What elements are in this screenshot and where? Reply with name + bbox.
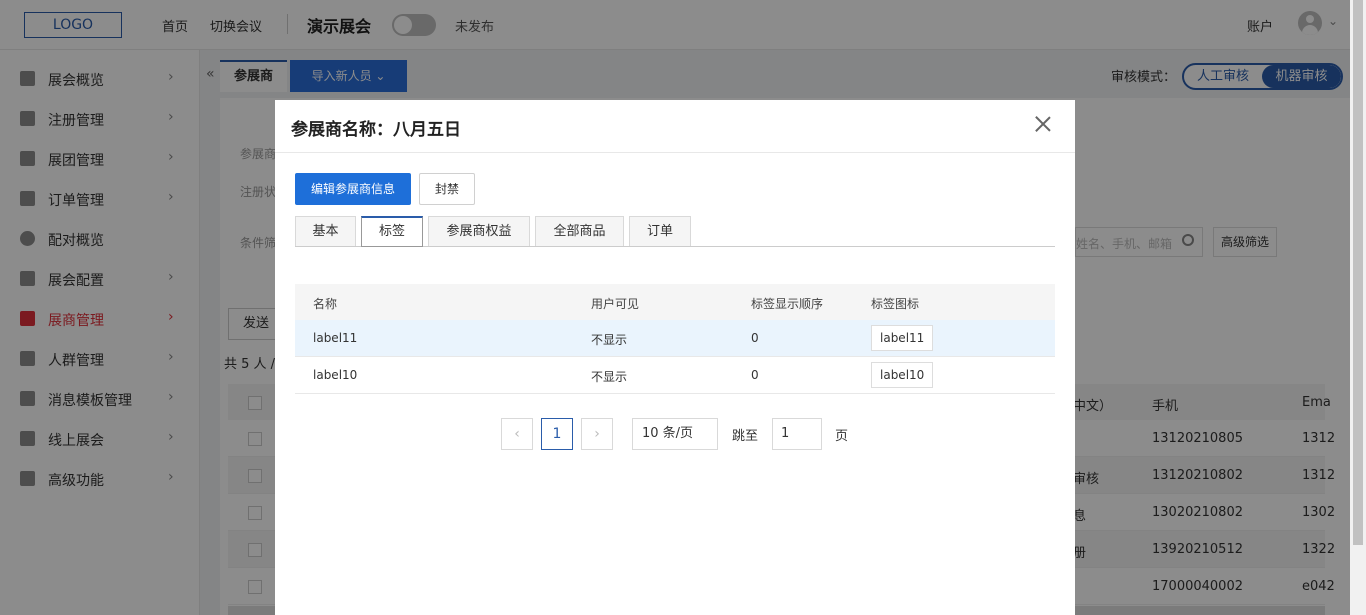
modal-tabs: 基本 标签 参展商权益 全部商品 订单 xyxy=(295,216,1055,247)
pagination: ‹ 1 › 10 条/页 跳至 1 页 xyxy=(275,418,1075,450)
tag-visibility: 不显示 xyxy=(591,370,628,384)
tag-icon-chip: label10 xyxy=(871,362,934,388)
close-icon[interactable] xyxy=(1033,114,1053,134)
prev-page-button[interactable]: ‹ xyxy=(501,418,533,450)
page-size-select[interactable]: 10 条/页 xyxy=(632,418,718,450)
tab-tags[interactable]: 标签 xyxy=(361,216,423,247)
tab-basic[interactable]: 基本 xyxy=(295,216,356,246)
column-header-order: 标签显示顺序 xyxy=(751,297,824,311)
tag-name: label10 xyxy=(313,368,358,382)
tag-visibility: 不显示 xyxy=(591,333,628,347)
tag-order: 0 xyxy=(751,331,759,345)
column-header-name: 名称 xyxy=(313,297,338,311)
vertical-scrollbar[interactable] xyxy=(1350,0,1366,615)
tag-name: label11 xyxy=(313,331,358,345)
page-suffix: 页 xyxy=(835,429,849,444)
modal-title: 参展商名称：八月五日 xyxy=(291,120,461,140)
tab-rights[interactable]: 参展商权益 xyxy=(428,216,530,246)
column-header-icon: 标签图标 xyxy=(871,297,920,311)
tag-icon-chip: label11 xyxy=(871,325,934,351)
jump-label: 跳至 xyxy=(732,429,759,444)
scrollbar-thumb[interactable] xyxy=(1353,0,1363,545)
jump-page-input[interactable]: 1 xyxy=(772,418,822,450)
table-row[interactable]: label11 不显示 0 label11 xyxy=(295,320,1055,357)
tag-order: 0 xyxy=(751,368,759,382)
tab-all-products[interactable]: 全部商品 xyxy=(535,216,624,246)
column-header-visible: 用户可见 xyxy=(591,297,640,311)
table-row[interactable]: label10 不显示 0 label10 xyxy=(295,357,1055,394)
next-page-button[interactable]: › xyxy=(581,418,613,450)
edit-exhibitor-button[interactable]: 编辑参展商信息 xyxy=(295,173,411,205)
tab-orders[interactable]: 订单 xyxy=(629,216,691,246)
ban-button[interactable]: 封禁 xyxy=(419,173,475,205)
table-header: 名称 用户可见 标签显示顺序 标签图标 xyxy=(295,284,1055,320)
exhibitor-detail-modal: 参展商名称：八月五日 编辑参展商信息 封禁 基本 标签 参展商权益 全部商品 订… xyxy=(275,100,1075,615)
page-1-button[interactable]: 1 xyxy=(541,418,573,450)
modal-divider xyxy=(275,152,1075,153)
